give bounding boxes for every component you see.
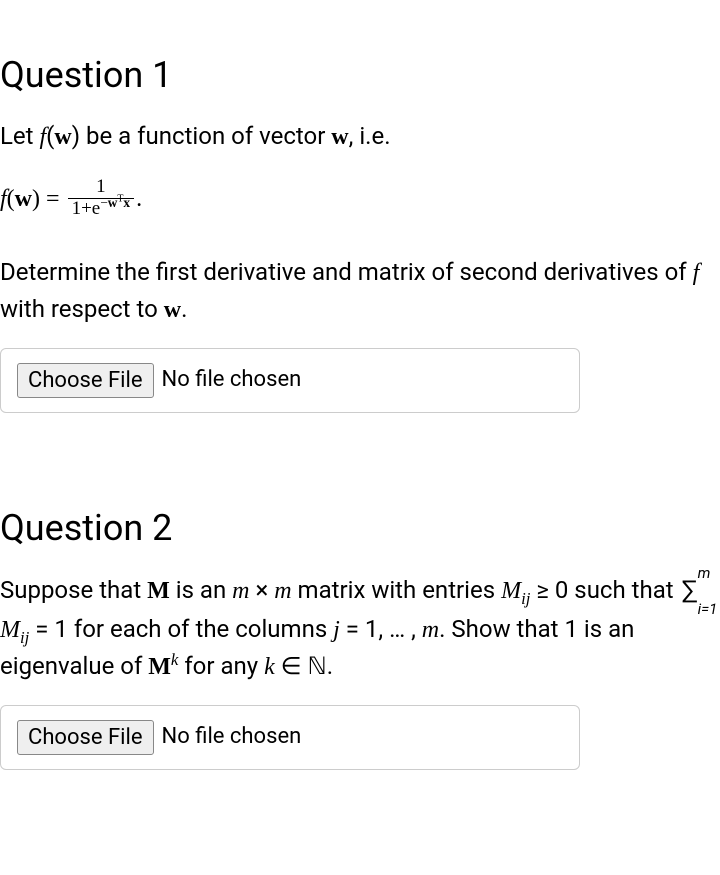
math-k: k: [264, 654, 275, 680]
text: ): [32, 186, 40, 212]
question-2-body: Suppose that M is an m × m matrix with e…: [0, 572, 720, 685]
file-upload-q1[interactable]: Choose File No file chosen: [0, 348, 580, 413]
text: −: [100, 195, 108, 210]
question-2: Question 2 Suppose that M is an m × m ma…: [0, 503, 720, 770]
file-upload-q2[interactable]: Choose File No file chosen: [0, 705, 580, 770]
question-1-task: Determine the first derivative and matri…: [0, 254, 720, 328]
math-j: j: [333, 617, 340, 643]
math-M: M: [147, 578, 170, 604]
summation: ∑mi=1: [682, 572, 697, 611]
math-w: w: [164, 297, 181, 323]
text: = 1 for each of the columns: [29, 615, 333, 643]
math-f: f: [0, 186, 7, 212]
text: Determine the first derivative and matri…: [0, 258, 693, 286]
text: , i.e.: [349, 122, 391, 150]
text: with respect to: [0, 295, 164, 323]
fraction: 11+e−wTx: [68, 177, 135, 220]
math-w: w: [15, 186, 32, 212]
question-2-heading: Question 2: [0, 503, 720, 553]
question-1-formula: f(w) = 11+e−wTx.: [0, 179, 720, 222]
sum-upper: m: [698, 562, 711, 585]
text: Let: [0, 122, 39, 150]
math-m: m: [422, 617, 439, 643]
math-w: w: [331, 124, 348, 150]
sum-lower: i=1: [698, 598, 718, 621]
math-x: x: [123, 195, 130, 210]
text: (: [7, 186, 15, 212]
math-m: m: [232, 578, 249, 604]
text: 1+e: [72, 198, 101, 219]
text: .: [181, 295, 187, 323]
text: is an: [170, 576, 232, 604]
text: ): [72, 122, 80, 150]
question-1: Question 1 Let f(w) be a function of vec…: [0, 0, 720, 770]
question-1-heading: Question 1: [0, 50, 720, 100]
math-M: M: [0, 617, 20, 643]
text: for any: [178, 652, 264, 680]
choose-file-button[interactable]: Choose File: [17, 363, 154, 398]
text: = 1, … ,: [340, 615, 422, 643]
text: be a function of vector: [80, 122, 331, 150]
text: .: [136, 186, 142, 212]
text: =: [40, 186, 66, 212]
math-f: f: [693, 260, 700, 286]
text: ≥ 0 such that: [530, 576, 679, 604]
math-M: M: [501, 578, 521, 604]
text: matrix with entries: [292, 576, 502, 604]
math-M: M: [148, 654, 171, 680]
text: Suppose that: [0, 576, 147, 604]
math-w: w: [108, 195, 118, 210]
file-status: No file chosen: [162, 365, 302, 396]
choose-file-button[interactable]: Choose File: [17, 720, 154, 755]
math-m: m: [274, 578, 291, 604]
exponent: −wTx: [100, 195, 130, 210]
question-1-intro: Let f(w) be a function of vector w, i.e.: [0, 118, 720, 155]
file-status: No file chosen: [162, 722, 302, 753]
text: ∈ ℕ.: [275, 652, 333, 680]
subscript-ij: ij: [20, 628, 29, 647]
math-w: w: [54, 124, 71, 150]
text: ×: [250, 576, 275, 604]
denominator: 1+e−wTx: [68, 199, 135, 220]
subscript-ij: ij: [521, 588, 530, 607]
